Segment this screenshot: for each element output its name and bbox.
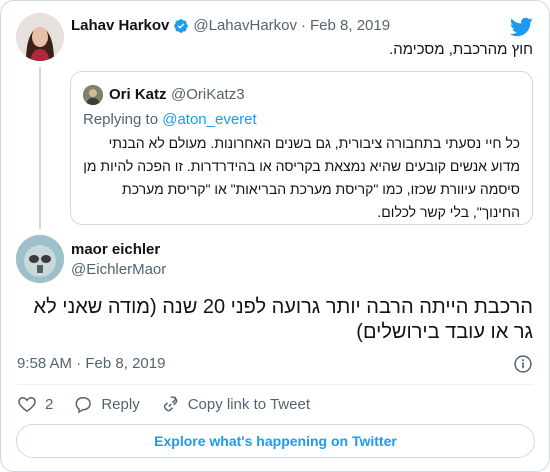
replying-to-handle[interactable]: @aton_everet bbox=[162, 111, 256, 128]
reply-label: Reply bbox=[101, 395, 140, 413]
info-icon[interactable] bbox=[513, 354, 533, 374]
tweet-embed-card: Lahav Harkov @LahavHarkov · Feb 8, 2019 … bbox=[0, 0, 550, 472]
verified-badge-icon bbox=[173, 18, 189, 34]
replying-to-line: Replying to @aton_everet bbox=[83, 111, 257, 128]
separator-dot: · bbox=[301, 17, 306, 34]
quoted-author-name: Ori Katz bbox=[109, 86, 167, 103]
tweet-date: Feb 8, 2019 bbox=[85, 355, 166, 372]
separator-dot: · bbox=[76, 355, 82, 372]
twitter-bird-icon[interactable] bbox=[509, 15, 533, 39]
avatar-maor-eichler[interactable] bbox=[16, 235, 64, 283]
reply-button[interactable]: Reply bbox=[73, 394, 140, 414]
quoted-tweet-text: כל חיי נסעתי בתחבורה ציבורית, גם בשנים ה… bbox=[83, 135, 520, 220]
author-name[interactable]: Lahav Harkov bbox=[71, 17, 169, 34]
parent-tweet-text: חוץ מהרכבת, מסכימה. bbox=[389, 41, 533, 58]
parent-tweet-header: Lahav Harkov @LahavHarkov · Feb 8, 2019 bbox=[71, 17, 390, 34]
avatar-ori-katz bbox=[83, 85, 103, 105]
heart-icon bbox=[18, 396, 36, 412]
author-handle[interactable]: @LahavHarkov bbox=[193, 17, 297, 34]
copy-link-button[interactable]: Copy link to Tweet bbox=[160, 394, 310, 414]
main-tweet-header: maor eichler @EichlerMaor bbox=[71, 241, 166, 278]
reply-bubble-icon bbox=[75, 397, 92, 414]
tweet-actions: 2 Reply Copy link to Tweet bbox=[17, 394, 330, 414]
main-tweet-text: הרכבת הייתה הרבה יותר גרועה לפני 20 שנה … bbox=[33, 296, 533, 343]
explore-twitter-button[interactable]: Explore what's happening on Twitter bbox=[16, 424, 535, 458]
like-button[interactable]: 2 bbox=[17, 394, 53, 414]
author-name[interactable]: maor eichler bbox=[71, 241, 160, 258]
thread-connector-line bbox=[39, 67, 41, 229]
quoted-tweet-header: Ori Katz @OriKatz3 bbox=[109, 86, 245, 104]
link-icon bbox=[163, 396, 178, 412]
replying-prefix: Replying to bbox=[83, 111, 159, 128]
tweet-date[interactable]: Feb 8, 2019 bbox=[310, 17, 390, 34]
tweet-time: 9:58 AM bbox=[17, 355, 73, 372]
copy-link-label: Copy link to Tweet bbox=[187, 395, 310, 413]
tweet-timestamp[interactable]: 9:58 AM · Feb 8, 2019 bbox=[17, 355, 165, 372]
like-count: 2 bbox=[45, 395, 54, 413]
quoted-tweet[interactable]: Ori Katz @OriKatz3 Replying to @aton_eve… bbox=[70, 71, 533, 225]
divider bbox=[17, 384, 533, 385]
avatar-lahav-harkov[interactable] bbox=[16, 13, 64, 61]
author-handle[interactable]: @EichlerMaor bbox=[71, 261, 166, 278]
quoted-author-handle: @OriKatz3 bbox=[170, 86, 245, 103]
